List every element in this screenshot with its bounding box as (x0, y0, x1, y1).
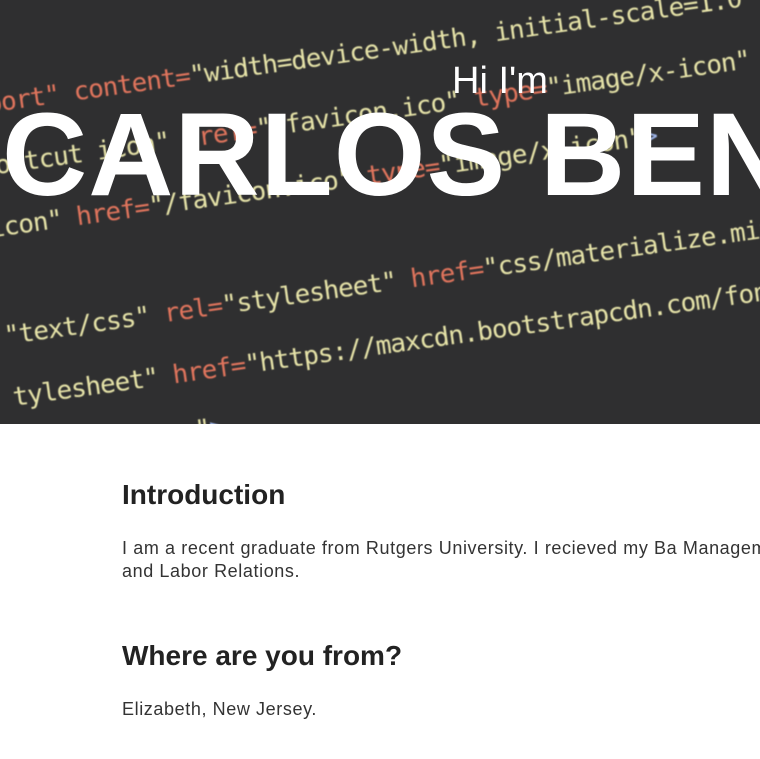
section-body: I am a recent graduate from Rutgers Univ… (122, 537, 760, 581)
section-heading: Where are you from? (122, 639, 403, 671)
code-line: /animate.css"> (19, 412, 226, 424)
hero-name: CARLOS BEN (2, 89, 760, 221)
main-content: Introduction I am a recent graduate from… (122, 479, 760, 721)
section-introduction: Introduction I am a recent graduate from… (122, 479, 760, 583)
code-background-image: wport" content="width=device-width, init… (0, 0, 760, 424)
section-body: Elizabeth, New Jersey. (122, 698, 317, 719)
section-heading: Introduction (122, 479, 286, 510)
hero-banner: wport" content="width=device-width, init… (0, 0, 760, 424)
section-origin: Where are you from? Elizabeth, New Jerse… (122, 639, 760, 721)
